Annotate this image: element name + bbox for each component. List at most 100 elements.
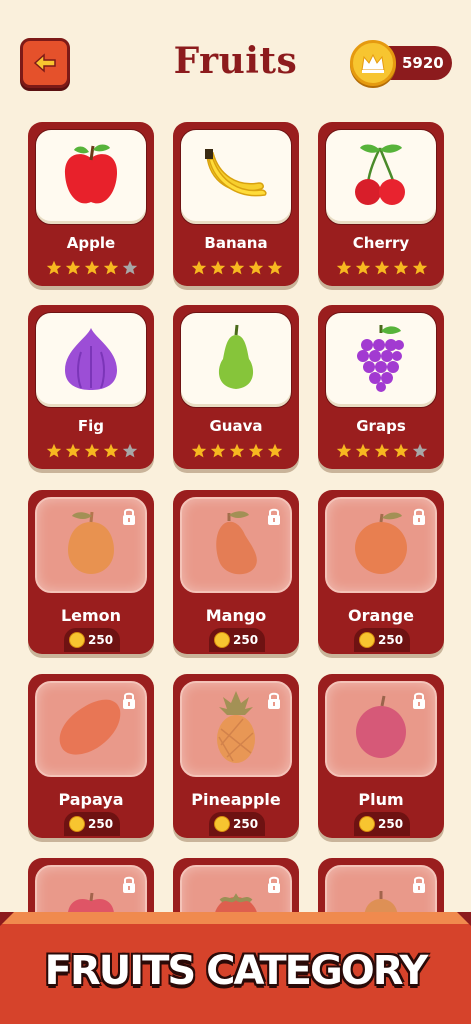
fruit-tile xyxy=(35,497,147,593)
price-value: 250 xyxy=(233,817,259,831)
star-icon xyxy=(267,443,283,458)
papaya-icon xyxy=(56,696,126,762)
fruit-card-pineapple[interactable]: Pineapple 250 xyxy=(173,674,299,838)
fruit-card-guava[interactable]: Guava xyxy=(173,305,299,469)
fruit-tile xyxy=(180,497,292,593)
coin-icon xyxy=(214,632,230,648)
fruit-name: Cherry xyxy=(352,234,410,252)
star-rating xyxy=(191,443,285,459)
unlock-price[interactable]: 250 xyxy=(209,812,265,836)
lock-icon xyxy=(123,508,135,525)
star-icon xyxy=(84,443,100,458)
banana-icon xyxy=(201,145,271,209)
fruit-name: Mango xyxy=(205,606,267,625)
star-icon xyxy=(191,260,207,275)
fruit-tile xyxy=(35,312,147,408)
star-icon xyxy=(412,443,428,458)
fruit-tile xyxy=(35,129,147,225)
lock-icon xyxy=(413,876,425,893)
star-icon xyxy=(210,260,226,275)
unlock-price[interactable]: 250 xyxy=(209,628,265,652)
star-icon xyxy=(355,260,371,275)
plum-icon xyxy=(352,694,410,764)
star-icon xyxy=(355,443,371,458)
fruit-tile xyxy=(180,129,292,225)
fruit-tile xyxy=(325,312,437,408)
fruit-name: Guava xyxy=(209,417,263,435)
fruit-tile xyxy=(180,312,292,408)
fruit-name: Fig xyxy=(77,417,105,435)
coin-icon xyxy=(214,816,230,832)
star-icon xyxy=(267,260,283,275)
fruit-tile xyxy=(35,681,147,777)
lock-icon xyxy=(268,876,280,893)
price-value: 250 xyxy=(233,633,259,647)
star-icon xyxy=(393,443,409,458)
star-icon xyxy=(122,443,138,458)
coin-icon xyxy=(69,816,85,832)
lock-icon xyxy=(268,508,280,525)
lemon-icon xyxy=(64,508,118,582)
fruit-name: Pineapple xyxy=(191,790,281,809)
star-icon xyxy=(210,443,226,458)
star-rating xyxy=(336,260,430,276)
star-icon xyxy=(248,260,264,275)
fruit-card-lemon[interactable]: Lemon 250 xyxy=(28,490,154,654)
fruit-card-fig[interactable]: Fig xyxy=(28,305,154,469)
star-icon xyxy=(336,260,352,275)
star-icon xyxy=(103,443,119,458)
fruit-card-banana[interactable]: Banana xyxy=(173,122,299,286)
star-icon xyxy=(412,260,428,275)
star-icon xyxy=(65,260,81,275)
star-icon xyxy=(191,443,207,458)
star-icon xyxy=(46,260,62,275)
unlock-price[interactable]: 250 xyxy=(354,628,410,652)
fruit-tile xyxy=(325,497,437,593)
unlock-price[interactable]: 250 xyxy=(354,812,410,836)
star-rating xyxy=(191,260,285,276)
price-value: 250 xyxy=(378,633,404,647)
cherry-icon xyxy=(350,142,412,212)
fruit-card-mango[interactable]: Mango 250 xyxy=(173,490,299,654)
category-banner: FRUITS CATEGORY xyxy=(0,912,471,1024)
star-icon xyxy=(46,443,62,458)
fruit-name: Banana xyxy=(204,234,268,252)
star-icon xyxy=(103,260,119,275)
lock-icon xyxy=(123,692,135,709)
fig-icon xyxy=(59,324,123,396)
star-rating xyxy=(46,443,140,459)
fruit-card-plum[interactable]: Plum 250 xyxy=(318,674,444,838)
lock-icon xyxy=(413,508,425,525)
lock-icon xyxy=(268,692,280,709)
fruit-name: Graps xyxy=(356,417,406,435)
lock-icon xyxy=(123,876,135,893)
unlock-price[interactable]: 250 xyxy=(64,812,120,836)
star-icon xyxy=(65,443,81,458)
price-value: 250 xyxy=(88,817,114,831)
fruit-card-orange[interactable]: Orange 250 xyxy=(318,490,444,654)
unlock-price[interactable]: 250 xyxy=(64,628,120,652)
fruit-card-apple[interactable]: Apple xyxy=(28,122,154,286)
orange-icon xyxy=(350,508,412,582)
fruit-name: Papaya xyxy=(58,790,124,809)
star-rating xyxy=(46,260,140,276)
star-icon xyxy=(393,260,409,275)
fruit-tile xyxy=(180,681,292,777)
star-icon xyxy=(84,260,100,275)
fruit-card-cherry[interactable]: Cherry xyxy=(318,122,444,286)
coin-icon xyxy=(359,632,375,648)
fruit-tile xyxy=(325,681,437,777)
coin-icon xyxy=(359,816,375,832)
fruit-name: Lemon xyxy=(60,606,122,625)
coin-icon xyxy=(69,632,85,648)
fruit-card-graps[interactable]: Graps xyxy=(318,305,444,469)
star-icon xyxy=(374,260,390,275)
star-icon xyxy=(374,443,390,458)
star-icon xyxy=(229,443,245,458)
star-icon xyxy=(248,443,264,458)
fruit-name: Apple xyxy=(66,234,116,252)
lock-icon xyxy=(413,692,425,709)
fruit-name: Orange xyxy=(348,606,414,625)
fruit-tile xyxy=(325,129,437,225)
fruit-card-papaya[interactable]: Papaya 250 xyxy=(28,674,154,838)
